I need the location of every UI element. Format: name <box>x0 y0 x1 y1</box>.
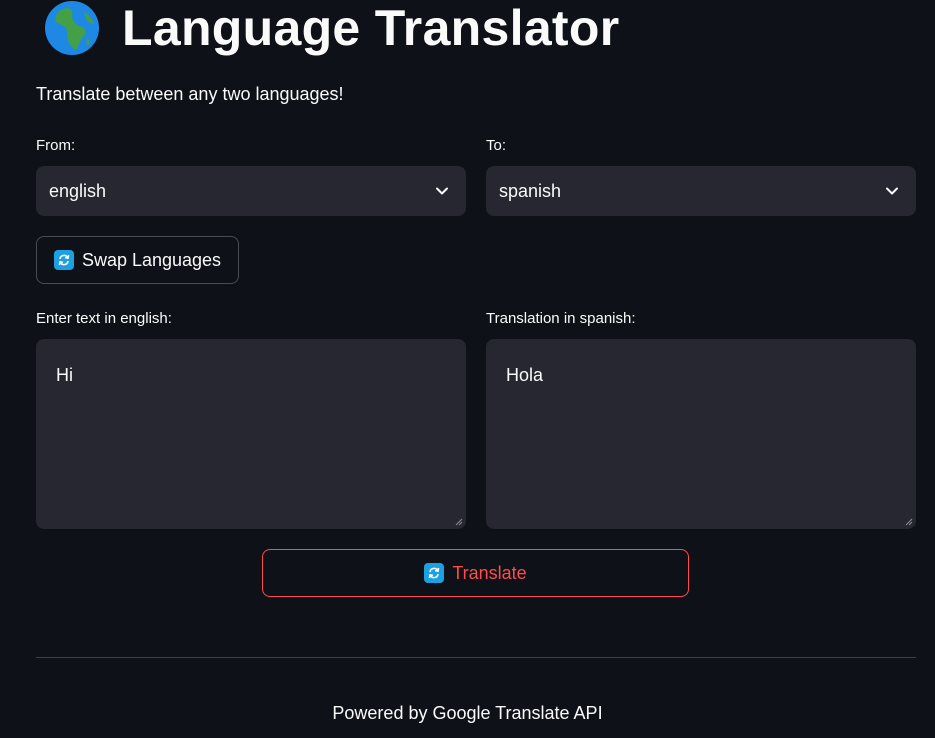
output-label: Translation in spanish: <box>486 310 636 327</box>
chevron-down-icon <box>886 187 898 195</box>
source-text-value: Hi <box>56 365 73 385</box>
from-language-select[interactable]: english <box>36 166 466 216</box>
translate-button[interactable]: Translate <box>262 549 689 597</box>
from-selected-value: english <box>49 180 107 201</box>
resize-handle-icon[interactable] <box>905 518 913 526</box>
refresh-icon <box>424 563 445 583</box>
chevron-down-icon <box>436 187 448 195</box>
swap-languages-button[interactable]: Swap Languages <box>36 236 239 284</box>
translation-output[interactable]: Hola <box>486 339 916 529</box>
translate-label: Translate <box>452 562 527 583</box>
to-label: To: <box>486 137 507 154</box>
footer-divider <box>36 657 916 658</box>
to-language-select[interactable]: spanish <box>486 166 916 216</box>
page-title: Language Translator <box>122 0 620 56</box>
page-subtitle: Translate between any two languages! <box>36 84 344 104</box>
globe-icon <box>44 0 100 56</box>
footer-text: Powered by Google Translate API <box>332 703 603 723</box>
refresh-icon <box>53 250 74 270</box>
source-text-input[interactable]: Hi <box>36 339 466 529</box>
to-selected-value: spanish <box>499 180 562 201</box>
swap-languages-label: Swap Languages <box>81 249 222 270</box>
translation-value: Hola <box>506 365 544 385</box>
page-header: Language Translator <box>44 0 619 56</box>
input-label: Enter text in english: <box>36 310 172 327</box>
resize-handle-icon[interactable] <box>455 518 463 526</box>
from-label: From: <box>36 137 76 154</box>
